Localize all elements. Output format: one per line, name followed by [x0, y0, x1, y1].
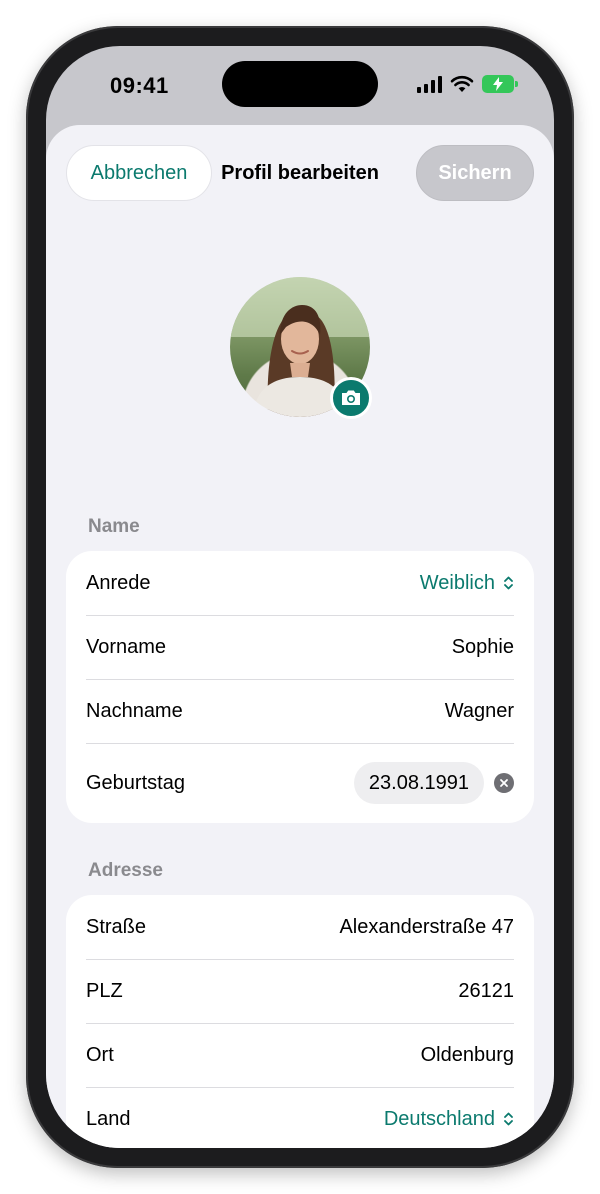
postal-code-field[interactable]: 26121: [458, 980, 514, 1003]
country-picker[interactable]: Deutschland: [384, 1108, 514, 1131]
name-group: Anrede Weiblich Vorname Sophie Nachname …: [66, 551, 534, 823]
last-name-field[interactable]: Wagner: [445, 700, 514, 723]
country-value: Deutschland: [383, 1107, 495, 1130]
section-header-name: Name: [88, 516, 140, 537]
change-photo-button[interactable]: [330, 377, 372, 419]
row-country[interactable]: Land Deutschland: [66, 1087, 534, 1148]
first-name-field[interactable]: Sophie: [452, 636, 514, 659]
birthday-control: 23.08.1991: [353, 762, 514, 804]
address-group: Straße Alexanderstraße 47 PLZ 26121 Ort …: [66, 895, 534, 1148]
clear-birthday-button[interactable]: [494, 773, 514, 793]
battery-charging-icon: [482, 75, 518, 93]
salutation-picker[interactable]: Weiblich: [420, 572, 514, 595]
row-postal-code[interactable]: PLZ 26121: [66, 959, 534, 1023]
edit-profile-sheet: Abbrechen Profil bearbeiten Sichern Name…: [46, 125, 554, 1148]
row-street[interactable]: Straße Alexanderstraße 47: [66, 895, 534, 959]
row-label: Nachname: [86, 699, 183, 722]
chevron-up-down-icon: [504, 576, 513, 590]
city-field[interactable]: Oldenburg: [421, 1044, 514, 1067]
row-label: Anrede: [86, 571, 151, 594]
birthday-date-picker[interactable]: 23.08.1991: [353, 762, 484, 804]
row-label: Straße: [86, 915, 147, 938]
row-last-name[interactable]: Nachname Wagner: [66, 679, 534, 743]
row-label: Land: [86, 1107, 131, 1130]
row-birthday[interactable]: Geburtstag 23.08.1991: [66, 743, 534, 823]
row-city[interactable]: Ort Oldenburg: [66, 1023, 534, 1087]
wifi-icon: [450, 75, 474, 92]
status-indicators: [417, 75, 518, 93]
street-field[interactable]: Alexanderstraße 47: [339, 916, 514, 939]
row-label: Vorname: [86, 635, 167, 658]
cancel-button[interactable]: Abbrechen: [66, 145, 212, 201]
clear-icon: [500, 779, 508, 787]
salutation-value: Weiblich: [419, 571, 495, 594]
row-label: PLZ: [86, 979, 123, 1002]
profile-photo[interactable]: [230, 277, 372, 419]
row-salutation[interactable]: Anrede Weiblich: [66, 551, 534, 615]
cellular-signal-icon: [417, 75, 442, 93]
section-header-address: Adresse: [88, 860, 163, 881]
dynamic-island: [222, 61, 378, 107]
chevron-up-down-icon: [504, 1112, 513, 1126]
camera-icon: [342, 390, 360, 405]
row-first-name[interactable]: Vorname Sophie: [66, 615, 534, 679]
screen: 09:41 Abbrechen Profil bearbeiten Sicher…: [46, 46, 554, 1148]
status-time: 09:41: [110, 73, 169, 98]
row-label: Geburtstag: [86, 771, 185, 794]
phone-frame: 09:41 Abbrechen Profil bearbeiten Sicher…: [26, 26, 574, 1168]
row-label: Ort: [86, 1043, 114, 1066]
save-button[interactable]: Sichern: [416, 145, 534, 201]
